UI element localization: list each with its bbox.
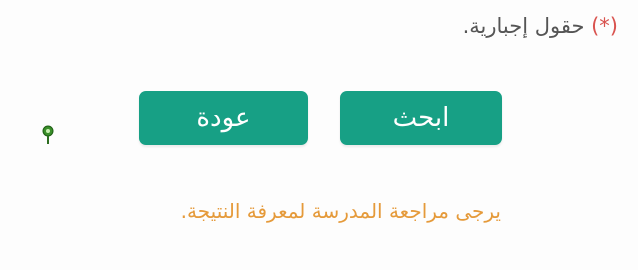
- map-pin-icon: [42, 125, 54, 144]
- required-fields-note: (*) حقول إجبارية.: [463, 14, 618, 38]
- search-button[interactable]: ابحث: [340, 91, 502, 145]
- result-message: يرجى مراجعة المدرسة لمعرفة النتيجة.: [180, 199, 501, 223]
- back-button[interactable]: عودة: [139, 91, 308, 145]
- required-fields-text: حقول إجبارية.: [462, 14, 585, 38]
- form-panel: (*) حقول إجبارية. ابحث عودة يرجى مراجعة …: [0, 0, 638, 270]
- required-marker: (*): [591, 14, 618, 38]
- search-button-label: ابحث: [392, 103, 450, 133]
- back-button-label: عودة: [196, 103, 251, 133]
